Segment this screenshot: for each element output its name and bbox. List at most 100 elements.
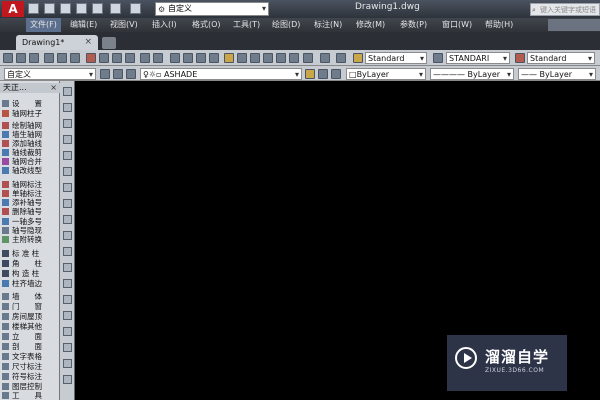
undo-icon[interactable]	[110, 3, 121, 14]
polygon-icon[interactable]	[63, 135, 72, 144]
panel-item[interactable]: 符号标注	[2, 372, 60, 381]
panel-item[interactable]: 门 窗	[2, 302, 60, 311]
zoom-window-icon[interactable]	[196, 53, 206, 63]
gradient-icon[interactable]	[63, 327, 72, 336]
panel-item[interactable]: 构 造 柱	[2, 269, 60, 278]
publish-icon[interactable]	[70, 53, 80, 63]
workspace-select[interactable]: ⚙ 自定义 ▾	[155, 2, 269, 16]
preview-icon[interactable]	[57, 53, 67, 63]
properties-icon[interactable]	[224, 53, 234, 63]
menu-edit[interactable]: 编辑(E)	[66, 18, 101, 32]
sheet-set-icon[interactable]	[263, 53, 273, 63]
print-icon[interactable]	[44, 53, 54, 63]
menu-parametric[interactable]: 参数(P)	[396, 18, 431, 32]
panel-item-settings[interactable]: 设 置	[2, 99, 60, 108]
panel-item[interactable]: 尺寸标注	[2, 362, 60, 371]
hatch-icon[interactable]	[63, 311, 72, 320]
save-as-icon[interactable]	[76, 3, 87, 14]
markup-icon[interactable]	[276, 53, 286, 63]
tab-drawing1[interactable]: Drawing1* ×	[16, 35, 98, 50]
redo-icon[interactable]	[153, 53, 163, 63]
dim-style-select[interactable]: STANDARI ▾	[446, 52, 510, 64]
app-logo-icon[interactable]: A	[2, 1, 24, 17]
insert-block-icon[interactable]	[63, 263, 72, 272]
workspace-combo[interactable]: 自定义 ▾	[4, 68, 96, 80]
save-icon[interactable]	[29, 53, 39, 63]
panel-item[interactable]: 删除轴号	[2, 207, 60, 216]
lineweight-select[interactable]: —— ByLayer ▾	[518, 68, 596, 80]
color-select[interactable]: □ByLayer ▾	[346, 68, 426, 80]
help-icon[interactable]	[336, 53, 346, 63]
workspace-settings-icon[interactable]	[113, 69, 123, 79]
point-icon[interactable]	[63, 295, 72, 304]
design-center-icon[interactable]	[237, 53, 247, 63]
panel-item[interactable]: 墙 体	[2, 292, 60, 301]
linetype-select[interactable]: ———— ByLayer ▾	[430, 68, 514, 80]
ellipse-icon[interactable]	[63, 231, 72, 240]
new-tab-button[interactable]	[102, 37, 116, 49]
menu-help[interactable]: 帮助(H)	[481, 18, 517, 32]
panel-item[interactable]: 轴网合并	[2, 157, 60, 166]
panel-item[interactable]: 工 具	[2, 391, 60, 400]
block-icon[interactable]	[320, 53, 330, 63]
panel-item[interactable]: 一轴多号	[2, 217, 60, 226]
open-icon[interactable]	[44, 3, 55, 14]
circle-icon[interactable]	[63, 183, 72, 192]
table-style-select[interactable]: Standard ▾	[527, 52, 595, 64]
layer-properties-icon[interactable]	[126, 69, 136, 79]
menu-draw[interactable]: 绘图(D)	[268, 18, 304, 32]
close-icon[interactable]: ×	[84, 35, 92, 50]
copy-icon[interactable]	[99, 53, 109, 63]
spline-icon[interactable]	[63, 215, 72, 224]
panel-item[interactable]: 柱齐墙边	[2, 279, 60, 288]
menu-insert[interactable]: 插入(I)	[148, 18, 181, 32]
match-properties-icon[interactable]	[125, 53, 135, 63]
panel-item[interactable]: 立 面	[2, 332, 60, 341]
ellipse-arc-icon[interactable]	[63, 247, 72, 256]
new-icon[interactable]	[28, 3, 39, 14]
zoom-previous-icon[interactable]	[209, 53, 219, 63]
window-controls[interactable]	[548, 19, 600, 31]
panel-item[interactable]: 绘制轴网	[2, 121, 60, 130]
menu-tools[interactable]: 工具(T)	[229, 18, 264, 32]
table-icon[interactable]	[63, 359, 72, 368]
menu-dimension[interactable]: 标注(N)	[310, 18, 346, 32]
zoom-realtime-icon[interactable]	[183, 53, 193, 63]
paste-icon[interactable]	[112, 53, 122, 63]
panel-item[interactable]: 角 柱	[2, 259, 60, 268]
gear-icon[interactable]	[100, 69, 110, 79]
construction-line-icon[interactable]	[63, 103, 72, 112]
layout-icon[interactable]	[303, 53, 313, 63]
cut-icon[interactable]	[86, 53, 96, 63]
panel-item-axis-column[interactable]: 轴网柱子	[2, 109, 60, 118]
pan-icon[interactable]	[170, 53, 180, 63]
panel-item[interactable]: 单轴标注	[2, 189, 60, 198]
print-icon[interactable]	[92, 3, 103, 14]
new-icon[interactable]	[3, 53, 13, 63]
panel-item[interactable]: 轴号隐现	[2, 226, 60, 235]
panel-item[interactable]: 墙生轴网	[2, 130, 60, 139]
panel-item[interactable]: 文字表格	[2, 352, 60, 361]
panel-item[interactable]: 主附转换	[2, 235, 60, 244]
panel-item[interactable]: 轴网标注	[2, 180, 60, 189]
menu-format[interactable]: 格式(O)	[188, 18, 225, 32]
revision-cloud-icon[interactable]	[63, 199, 72, 208]
menu-view[interactable]: 视图(V)	[106, 18, 142, 32]
open-icon[interactable]	[16, 53, 26, 63]
line-icon[interactable]	[63, 87, 72, 96]
make-current-layer-icon[interactable]	[305, 69, 315, 79]
arc-icon[interactable]	[63, 167, 72, 176]
undo-icon[interactable]	[140, 53, 150, 63]
panel-item[interactable]: 轴线裁剪	[2, 148, 60, 157]
save-icon[interactable]	[60, 3, 71, 14]
multiline-text-icon[interactable]	[63, 375, 72, 384]
panel-item[interactable]: 添加轴线	[2, 139, 60, 148]
layer-state-icon[interactable]	[331, 69, 341, 79]
panel-item[interactable]: 房间屋顶	[2, 312, 60, 321]
previous-layer-icon[interactable]	[318, 69, 328, 79]
rectangle-icon[interactable]	[63, 151, 72, 160]
panel-item[interactable]: 轴改线型	[2, 166, 60, 175]
panel-item[interactable]: 剖 面	[2, 342, 60, 351]
menu-file[interactable]: 文件(F)	[26, 18, 61, 32]
panel-item[interactable]: 图层控制	[2, 382, 60, 391]
